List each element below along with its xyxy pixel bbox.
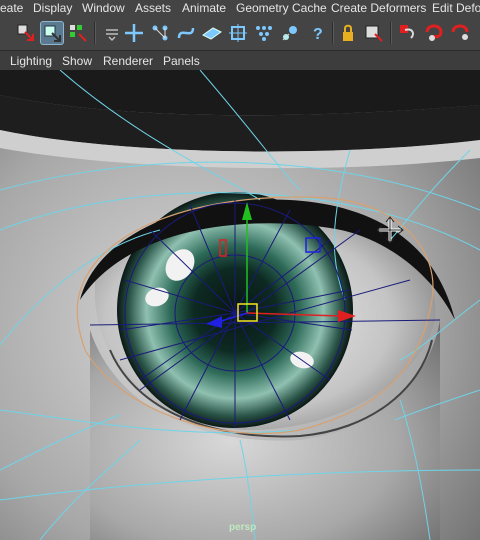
help-icon[interactable]: ?: [306, 21, 330, 45]
lock-icon[interactable]: [336, 21, 360, 45]
panel-toolbar: Lighting Show Renderer Panels: [0, 50, 480, 71]
menu-animate[interactable]: Animate: [182, 1, 226, 15]
select-by-component-icon[interactable]: [66, 21, 90, 45]
menu-assets[interactable]: Assets: [135, 1, 171, 15]
menu-edit-deformers[interactable]: Edit Defor: [432, 1, 480, 15]
history-icon[interactable]: [252, 21, 276, 45]
toolbar-separator: [332, 22, 334, 44]
svg-text:?: ?: [313, 26, 323, 43]
persp-viewport[interactable]: [0, 70, 480, 540]
snap-to-grid-icon[interactable]: [122, 21, 146, 45]
viewport-scene: [0, 70, 480, 540]
render-region-icon[interactable]: [362, 21, 386, 45]
panel-menu-renderer[interactable]: Renderer: [103, 54, 153, 68]
select-by-hierarchy-icon[interactable]: [14, 21, 38, 45]
toolbar-separator: [94, 22, 96, 44]
menu-window[interactable]: Window: [82, 1, 125, 15]
ipr-render-icon[interactable]: [422, 21, 446, 45]
make-live-icon[interactable]: [226, 21, 250, 45]
main-menubar: eate Display Window Assets Animate Geome…: [0, 0, 480, 16]
render-current-icon[interactable]: [396, 21, 420, 45]
panel-menu-lighting[interactable]: Lighting: [10, 54, 52, 68]
snap-menu-icon[interactable]: [100, 21, 124, 45]
menu-display[interactable]: Display: [33, 1, 72, 15]
camera-label: persp: [229, 522, 257, 533]
menu-geometry-cache[interactable]: Geometry Cache: [236, 1, 327, 15]
status-line-toolbar: ?: [0, 16, 480, 50]
panel-menu-panels[interactable]: Panels: [163, 54, 200, 68]
snap-to-view-plane-icon[interactable]: [200, 21, 224, 45]
select-by-object-icon[interactable]: [40, 21, 64, 45]
render-settings-icon[interactable]: [448, 21, 472, 45]
snap-to-point-icon[interactable]: [174, 21, 198, 45]
menu-create[interactable]: eate: [0, 1, 23, 15]
panel-menu-show[interactable]: Show: [62, 54, 92, 68]
menu-create-deformers[interactable]: Create Deformers: [331, 1, 426, 15]
snap-to-curve-icon[interactable]: [148, 21, 172, 45]
construction-icon[interactable]: [278, 21, 302, 45]
toolbar-separator: [390, 22, 392, 44]
